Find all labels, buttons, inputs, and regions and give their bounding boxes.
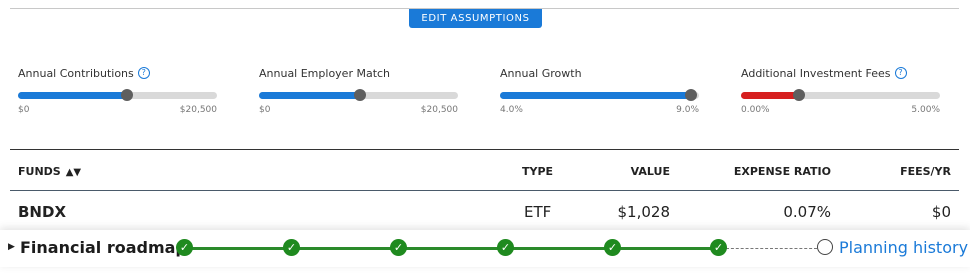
- help-icon[interactable]: ?: [137, 67, 150, 79]
- edit-assumptions-button[interactable]: EDIT ASSUMPTIONS: [409, 9, 542, 28]
- slider-max-label: $20,500: [420, 105, 458, 115]
- slider-min-label: $0: [259, 105, 271, 115]
- roadmap-progress-line: [184, 247, 718, 250]
- milestone-complete-icon[interactable]: ✓: [497, 239, 514, 256]
- slider-handle[interactable]: [354, 89, 367, 101]
- slider-fill: [18, 92, 128, 99]
- slider-min-label: 0.00%: [741, 105, 770, 115]
- slider-label: Annual Contributions: [18, 66, 134, 80]
- slider-track[interactable]: [18, 89, 217, 101]
- slider-annual-contributions: Annual Contributions ? $0 $20,500: [18, 66, 217, 115]
- slider-min-label: $0: [18, 105, 30, 115]
- slider-annual-employer-match: Annual Employer Match $0 $20,500: [259, 66, 458, 115]
- fund-name: BNDX: [18, 203, 67, 221]
- slider-track[interactable]: [500, 89, 699, 101]
- expand-caret-icon[interactable]: ▶: [8, 242, 15, 252]
- milestone-complete-icon[interactable]: ✓: [604, 239, 621, 256]
- slider-max-label: 9.0%: [676, 105, 699, 115]
- milestone-pending-icon[interactable]: [817, 239, 833, 255]
- slider-handle[interactable]: [685, 89, 698, 101]
- slider-max-label: $20,500: [179, 105, 217, 115]
- slider-label: Annual Growth: [500, 66, 582, 80]
- fund-expense-ratio: 0.07%: [783, 203, 831, 221]
- milestone-complete-icon[interactable]: ✓: [283, 239, 300, 256]
- help-icon[interactable]: ?: [894, 67, 907, 79]
- fund-fees-per-year: $0: [931, 203, 951, 221]
- roadmap-title[interactable]: Financial roadmap: [20, 238, 187, 257]
- fund-value: $1,028: [617, 203, 671, 221]
- column-header-type: TYPE: [522, 165, 554, 178]
- slider-fill: [500, 92, 692, 99]
- table-row: BNDX ETF $1,028 0.07% $0: [10, 191, 959, 231]
- column-header-value: VALUE: [630, 165, 670, 178]
- slider-label: Additional Investment Fees: [741, 66, 891, 80]
- slider-track[interactable]: [741, 89, 940, 101]
- slider-handle[interactable]: [792, 89, 805, 101]
- slider-additional-investment-fees: Additional Investment Fees ? 0.00% 5.00%: [741, 66, 940, 115]
- slider-track[interactable]: [259, 89, 458, 101]
- column-header-expense-ratio: EXPENSE RATIO: [733, 165, 831, 178]
- milestone-complete-icon[interactable]: ✓: [176, 239, 193, 256]
- slider-fill: [259, 92, 361, 99]
- slider-min-label: 4.0%: [500, 105, 523, 115]
- milestone-complete-icon[interactable]: ✓: [710, 239, 727, 256]
- fund-type: ETF: [524, 203, 552, 221]
- financial-roadmap-bar: ▶ Financial roadmap ✓ ✓ ✓ ✓ ✓ ✓ Planning…: [0, 230, 970, 267]
- milestone-complete-icon[interactable]: ✓: [390, 239, 407, 256]
- planning-history-link[interactable]: Planning history: [839, 238, 968, 257]
- column-header-fees-per-year: FEES/YR: [900, 165, 951, 178]
- slider-annual-growth: Annual Growth 4.0% 9.0%: [500, 66, 699, 115]
- slider-max-label: 5.00%: [911, 105, 940, 115]
- table-header: FUNDS ▲▼ TYPE VALUE EXPENSE RATIO FEES/YR: [10, 150, 959, 190]
- slider-label: Annual Employer Match: [259, 66, 391, 80]
- roadmap-remaining-line: [726, 248, 817, 249]
- slider-handle[interactable]: [121, 89, 134, 101]
- sort-icon[interactable]: ▲▼: [66, 167, 81, 178]
- slider-fill: [741, 92, 799, 99]
- column-header-funds[interactable]: FUNDS ▲▼: [18, 165, 81, 178]
